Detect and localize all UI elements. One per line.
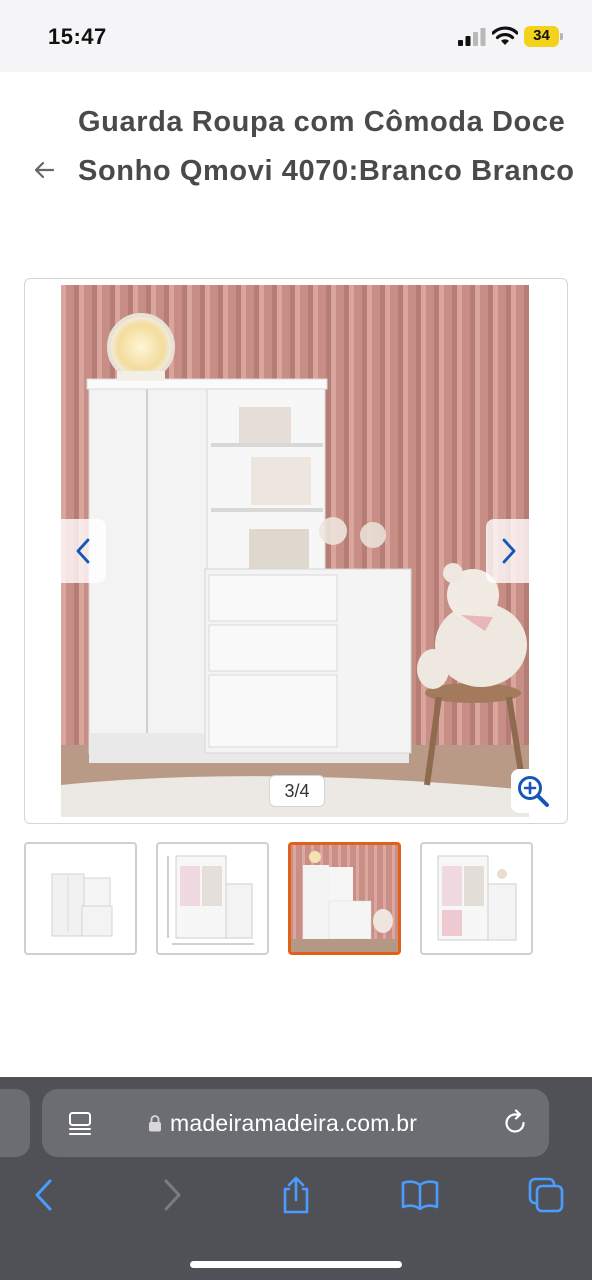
- thumbnail-image: [291, 845, 398, 952]
- image-counter: 3/4: [269, 775, 325, 807]
- battery-icon: 34: [524, 26, 564, 48]
- thumbnail-image: [26, 844, 135, 953]
- status-time: 15:47: [48, 24, 107, 49]
- home-indicator: [190, 1261, 402, 1268]
- lock-icon: [149, 1115, 161, 1132]
- forward-icon: [164, 1179, 181, 1211]
- product-image-gallery: 3/4: [24, 278, 568, 824]
- bookmarks-button[interactable]: [400, 1175, 440, 1215]
- wifi-icon: [492, 26, 518, 45]
- zoom-button[interactable]: [511, 769, 555, 813]
- browser-forward-button[interactable]: [152, 1175, 192, 1215]
- page-menu-icon[interactable]: [68, 1111, 92, 1137]
- previous-tab-preview[interactable]: [0, 1089, 30, 1157]
- thumbnail-2[interactable]: [156, 842, 269, 955]
- url-text: madeiramadeira.com.br: [170, 1110, 418, 1136]
- product-title: Guarda Roupa com Cômoda Doce Sonho Qmovi…: [78, 106, 575, 187]
- chevron-left-icon: [76, 538, 90, 564]
- chevron-right-icon: [502, 538, 516, 564]
- thumbnail-image: [158, 844, 267, 953]
- zoom-in-icon: [518, 776, 549, 807]
- thumbnail-4[interactable]: [420, 842, 533, 955]
- bookmarks-icon: [401, 1180, 439, 1211]
- address-bar[interactable]: madeiramadeira.com.br: [42, 1089, 549, 1157]
- thumbnail-1[interactable]: [24, 842, 137, 955]
- tabs-icon: [528, 1177, 564, 1213]
- thumbnail-image: [422, 844, 531, 953]
- product-main-image[interactable]: [61, 285, 529, 817]
- thumbnail-3[interactable]: [288, 842, 401, 955]
- browser-toolbar: madeiramadeira.com.br: [0, 1077, 592, 1280]
- next-image-button[interactable]: [486, 519, 532, 583]
- battery-level: 34: [533, 27, 550, 44]
- browser-back-button[interactable]: [24, 1175, 64, 1215]
- previous-image-button[interactable]: [60, 519, 106, 583]
- share-icon: [283, 1176, 309, 1214]
- reload-icon[interactable]: [502, 1109, 528, 1137]
- cellular-signal-icon: [458, 28, 486, 46]
- share-button[interactable]: [276, 1175, 316, 1215]
- status-bar: 15:47 34: [0, 0, 592, 72]
- back-icon: [35, 1179, 52, 1211]
- back-arrow-icon[interactable]: [32, 158, 56, 182]
- tabs-button[interactable]: [526, 1175, 566, 1215]
